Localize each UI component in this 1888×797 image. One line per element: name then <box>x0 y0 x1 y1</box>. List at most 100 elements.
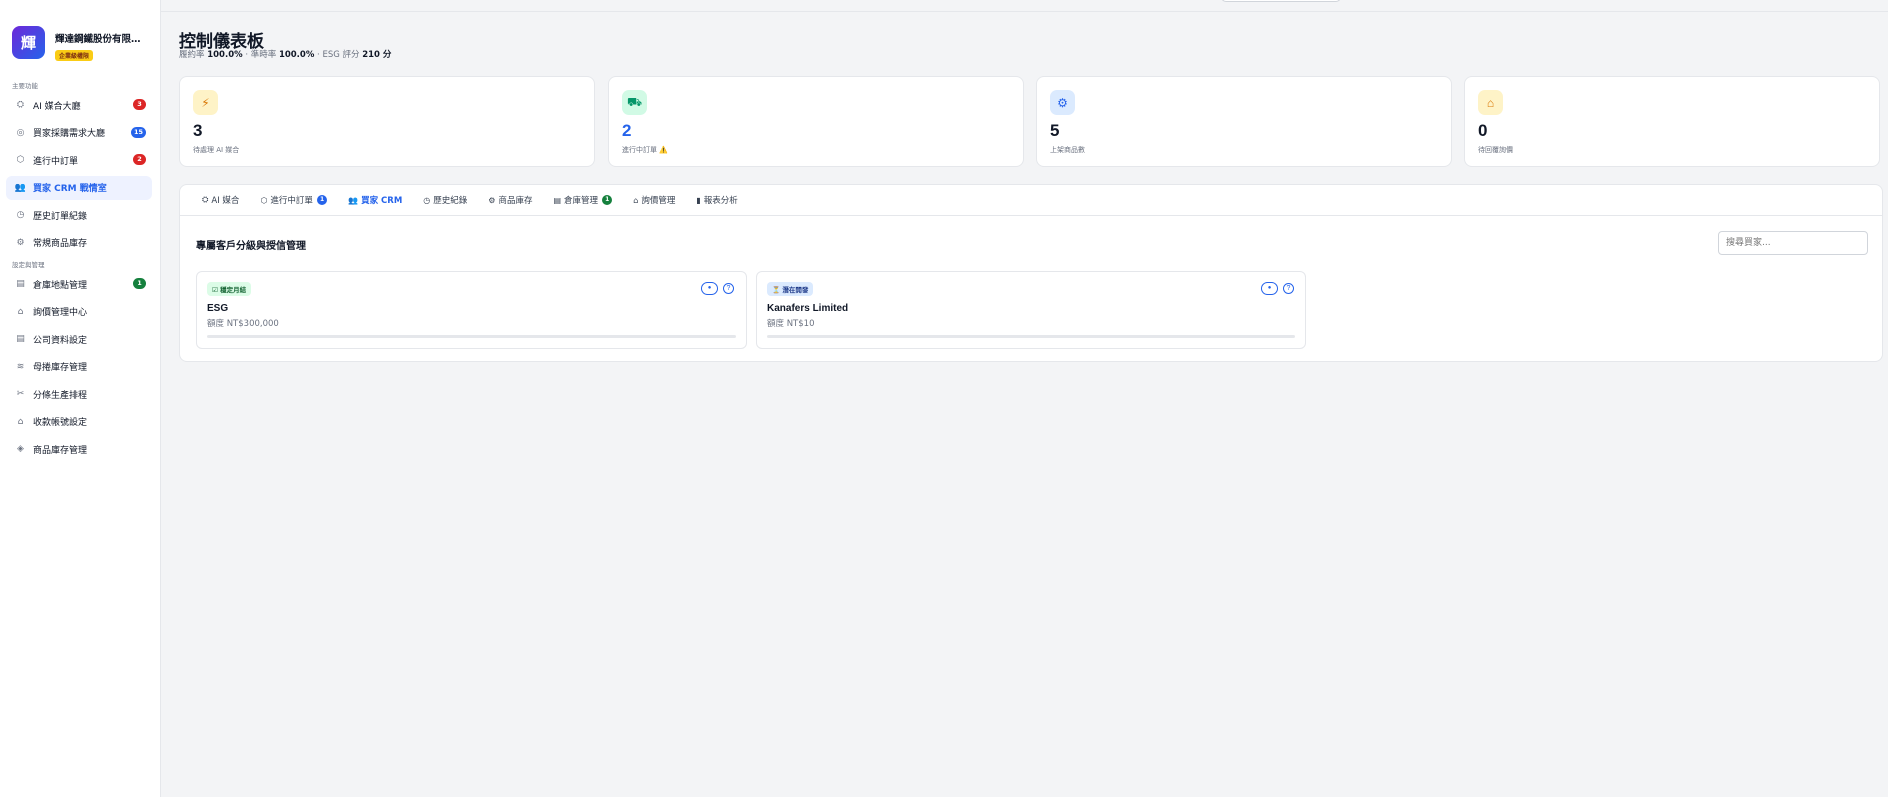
credit-usage-bar <box>207 335 736 338</box>
stat-label: 進行中訂單 ⚠️ <box>622 146 668 154</box>
sidebar-item-buyer-crm[interactable]: 👥 買家 CRM 戰情室 <box>6 175 152 200</box>
tier-badge: ⏳ 潛在開發 <box>767 282 814 296</box>
chat-icon[interactable]: ● <box>1261 282 1278 295</box>
robot-icon: ⛭ <box>16 100 25 110</box>
sidebar: 輝 輝達鋼鐵股份有限公司 企業級權限 主要功能 ⛭ AI 媒合大廳 3 ◎ 買家… <box>0 0 161 797</box>
sidebar-item-label: 分條生產排程 <box>33 390 88 401</box>
section-label-main: 主要功能 <box>12 82 38 90</box>
products-icon: ⚙ <box>1050 90 1075 115</box>
sidebar-item-label: 買家 CRM 戰情室 <box>33 184 107 194</box>
bank-icon: ⌂ <box>17 416 24 427</box>
sidebar-item-label: 倉庫地點管理 <box>33 280 88 291</box>
count-badge: 3 <box>133 99 146 110</box>
count-badge: 2 <box>133 154 146 165</box>
sidebar-item-coil-stock[interactable]: ≋ 母捲庫存管理 <box>6 355 152 379</box>
sidebar-item-product-stock[interactable]: ◈ 商品庫存管理 <box>6 437 152 461</box>
target-icon: ◎ <box>16 127 25 138</box>
truck-icon: ⛟ <box>622 90 647 115</box>
stat-card-pending-matching[interactable]: ⚡ 3 待處理 AI 媒合 <box>179 76 595 167</box>
inbox-icon: ⌂ <box>17 306 24 317</box>
tab-inquiry[interactable]: ⌂ 詢價管理 <box>633 194 675 207</box>
inbox-icon: ⌂ <box>633 195 639 205</box>
credit-usage-bar <box>767 335 1295 338</box>
scissors-icon: ✂ <box>16 389 25 399</box>
doc-icon: ▤ <box>16 334 25 344</box>
company-name: 輝達鋼鐵股份有限公司 <box>55 34 145 45</box>
users-icon: 👥 <box>348 195 359 205</box>
inbox-icon: ⌂ <box>1478 90 1503 115</box>
brand: 輝 輝達鋼鐵股份有限公司 企業級權限 <box>0 0 160 70</box>
count-badge: 15 <box>130 126 146 138</box>
stat-card-active-orders[interactable]: ⛟ 2 進行中訂單 ⚠️ <box>608 76 1024 167</box>
tab-reports[interactable]: ▮ 報表分析 <box>696 194 737 207</box>
sidebar-item-bank-account[interactable]: ⌂ 收款帳號設定 <box>6 410 152 434</box>
sidebar-item-inquiry[interactable]: ⌂ 詢價管理中心 <box>6 300 152 324</box>
tab-history[interactable]: ◷ 歷史紀錄 <box>423 194 467 207</box>
warehouse-doc-icon: ▤ <box>553 195 562 205</box>
sidebar-item-label: 詢價管理中心 <box>33 308 88 318</box>
sidebar-item-buyer-demand[interactable]: ◎ 買家採購需求大廳 15 <box>6 121 152 145</box>
plan-badge: 企業級權限 <box>55 50 94 61</box>
sidebar-item-active-orders[interactable]: ⬡ 進行中訂單 2 <box>6 148 152 172</box>
buyer-search-input[interactable] <box>1718 231 1868 255</box>
tab-warehouse[interactable]: ▤ 倉庫管理 1 <box>553 194 613 206</box>
chat-icon[interactable]: ● <box>701 282 718 295</box>
stat-card-pending-inquiries[interactable]: ⌂ 0 待回覆詢價 <box>1464 76 1880 167</box>
sidebar-item-label: 商品庫存管理 <box>33 445 88 456</box>
credit-quota: 額度 NT$300,000 <box>207 319 279 329</box>
stat-label: 上架商品數 <box>1050 146 1085 154</box>
box-icon: ⬡ <box>16 155 25 165</box>
customer-card[interactable]: ⏳ 潛在開發 ● ? Kanafers Limited 額度 NT$10 <box>756 271 1306 349</box>
count-badge: 1 <box>133 278 146 289</box>
tab-active-orders[interactable]: ⬡ 進行中訂單 1 <box>260 194 328 206</box>
sidebar-item-label: 收款帳號設定 <box>33 418 88 428</box>
sidebar-item-order-history[interactable]: ◷ 歷史訂單紀錄 <box>6 203 152 227</box>
warehouse-doc-icon: ▤ <box>16 279 25 289</box>
tab-bar: ⛭ AI 媒合 ⬡ 進行中訂單 1 👥 買家 CRM ◷ 歷史紀錄 ⚙ 商品庫存… <box>180 185 1882 216</box>
sidebar-item-label: 買家採購需求大廳 <box>33 129 106 139</box>
ontime-rate: 100.0% <box>278 50 315 60</box>
stat-label: 待回覆詢價 <box>1478 146 1513 154</box>
sidebar-item-ai-matching[interactable]: ⛭ AI 媒合大廳 3 <box>6 93 152 117</box>
robot-icon: ⛭ <box>202 195 209 204</box>
tab-buyer-crm[interactable]: 👥 買家 CRM <box>348 194 402 207</box>
history-icon: ◷ <box>16 210 25 220</box>
sidebar-item-warehouse[interactable]: ▤ 倉庫地點管理 1 <box>6 272 152 296</box>
tier-badge: ☑ 穩定月結 <box>207 282 252 296</box>
package-icon: ◈ <box>17 444 24 454</box>
sidebar-item-slitting[interactable]: ✂ 分條生產排程 <box>6 382 152 406</box>
sidebar-item-label: 歷史訂單紀錄 <box>33 211 88 222</box>
history-icon: ◷ <box>423 195 431 205</box>
section-label-settings: 設定與管理 <box>12 261 45 269</box>
customer-card[interactable]: ☑ 穩定月結 ● ? ESG 額度 NT$300,000 <box>196 271 747 349</box>
products-icon: ⚙ <box>16 237 25 248</box>
sidebar-item-regular-stock[interactable]: ⚙ 常規商品庫存 <box>6 231 152 255</box>
tab-ai-matching[interactable]: ⛭ AI 媒合 <box>202 194 239 206</box>
top-control[interactable] <box>1221 0 1341 2</box>
esg-score: 210 分 <box>362 50 392 60</box>
lightning-icon: ⚡ <box>193 90 218 115</box>
sidebar-item-label: 公司資料設定 <box>33 335 88 346</box>
sidebar-item-label: 進行中訂單 <box>33 156 79 167</box>
sidebar-item-company-settings[interactable]: ▤ 公司資料設定 <box>6 327 152 351</box>
users-icon: 👥 <box>14 182 27 193</box>
sidebar-item-label: 母捲庫存管理 <box>33 363 88 373</box>
tab-product-stock[interactable]: ⚙ 商品庫存 <box>488 194 532 207</box>
crm-panel: ⛭ AI 媒合 ⬡ 進行中訂單 1 👥 買家 CRM ◷ 歷史紀錄 ⚙ 商品庫存… <box>179 184 1883 362</box>
stat-value: 2 <box>622 121 632 140</box>
stat-value: 5 <box>1050 121 1060 140</box>
info-icon[interactable]: ? <box>1283 283 1294 294</box>
count-badge: 1 <box>316 195 328 205</box>
stat-value: 3 <box>193 121 203 140</box>
stat-value: 0 <box>1478 121 1488 140</box>
kpi-line: 履約率 100.0% · 準時率 100.0% · ESG 評分 210 分 <box>179 50 392 60</box>
crm-section-title: 專屬客戶分級與授信管理 <box>196 241 306 252</box>
info-icon[interactable]: ? <box>723 283 734 294</box>
products-icon: ⚙ <box>488 195 496 205</box>
sidebar-item-label: 常規商品庫存 <box>33 239 88 249</box>
top-bar <box>161 0 1888 12</box>
fulfil-rate: 100.0% <box>207 50 243 60</box>
stat-card-listed-products[interactable]: ⚙ 5 上架商品數 <box>1036 76 1452 167</box>
box-icon: ⬡ <box>260 195 268 205</box>
database-icon: ≋ <box>16 361 25 372</box>
